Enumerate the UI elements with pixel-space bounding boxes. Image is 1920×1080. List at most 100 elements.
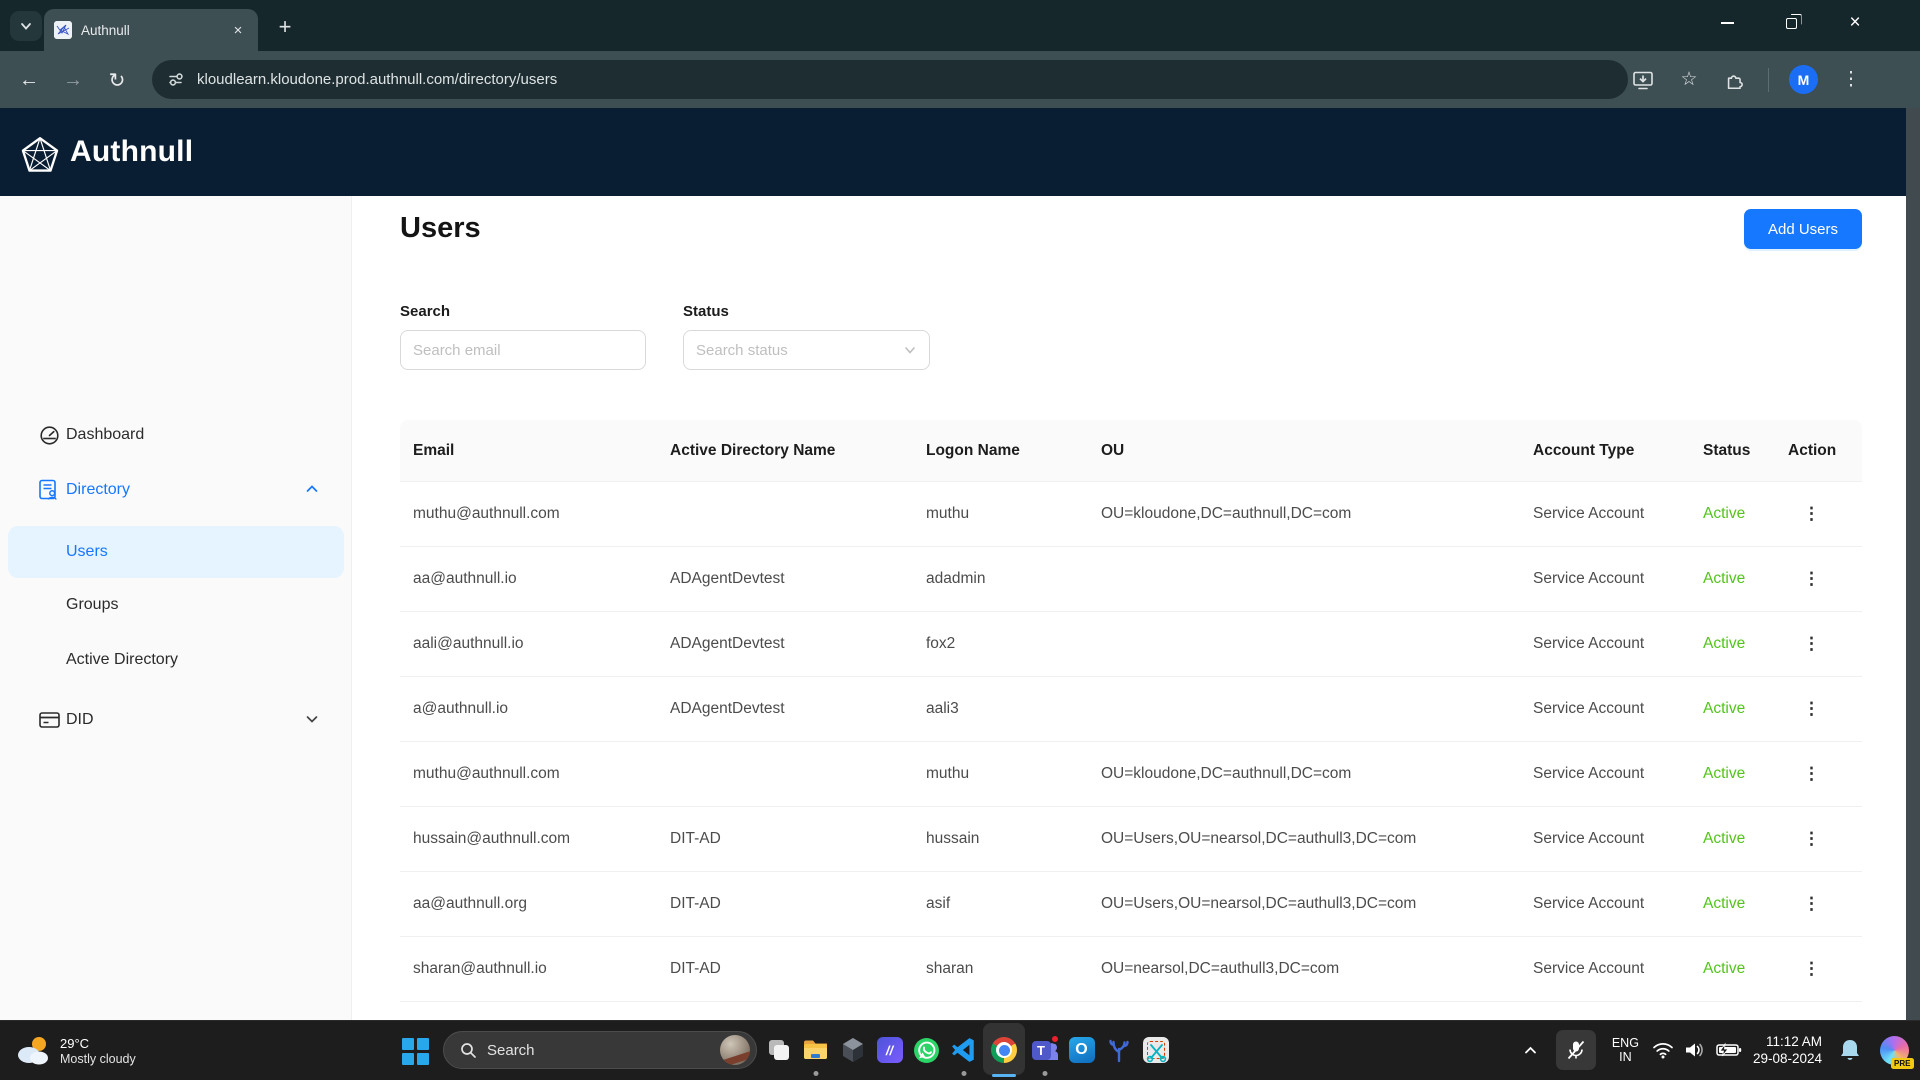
column-header-email: Email (413, 441, 455, 459)
notification-dot (1049, 1034, 1060, 1044)
search-email-input[interactable] (400, 330, 646, 370)
cell-ou: OU=kloudone,DC=authnull,DC=com (1101, 765, 1352, 782)
status-select[interactable]: Search status (683, 330, 930, 370)
sidebar-item-dashboard[interactable]: Dashboard (0, 413, 352, 457)
task-view-button[interactable] (760, 1020, 797, 1080)
status-badge: Active (1703, 505, 1746, 522)
sidebar-item-label: Dashboard (66, 426, 145, 443)
url-bar[interactable]: kloudlearn.kloudone.prod.authnull.com/di… (152, 60, 1628, 99)
row-actions-button[interactable]: ⋮ (1788, 764, 1862, 784)
sidebar-item-directory[interactable]: Directory (0, 468, 352, 512)
cell-ou: OU=Users,OU=nearsol,DC=authull3,DC=com (1101, 830, 1417, 847)
favicon-icon (54, 21, 72, 39)
file-explorer-button[interactable] (797, 1020, 834, 1080)
window-minimize-button[interactable] (1710, 6, 1744, 40)
teams-button[interactable]: T (1026, 1020, 1063, 1080)
page-scrollbar[interactable] (1906, 108, 1920, 1020)
language-indicator[interactable]: ENG IN (1612, 1036, 1639, 1064)
copilot-button[interactable]: PRE (1868, 1035, 1920, 1069)
install-app-icon[interactable] (1630, 67, 1656, 93)
gem-app-button[interactable] (834, 1020, 871, 1080)
extensions-icon[interactable] (1722, 67, 1748, 93)
row-actions-button[interactable]: ⋮ (1788, 829, 1862, 849)
cell-ou: OU=nearsol,DC=authull3,DC=com (1101, 960, 1340, 977)
cell-email: hussain@authnull.com (413, 830, 571, 847)
row-actions-button[interactable]: ⋮ (1788, 634, 1862, 654)
reload-button[interactable]: ↻ (102, 65, 132, 95)
coral-app-button[interactable] (1100, 1020, 1137, 1080)
outlook-button[interactable]: O (1063, 1020, 1100, 1080)
chevron-down-icon (21, 23, 31, 30)
bookmark-star-icon[interactable]: ☆ (1676, 67, 1702, 93)
sidebar-item-users[interactable]: Users (8, 526, 344, 578)
column-header-account-type: Account Type (1533, 441, 1635, 459)
cell-email: sharan@authnull.io (413, 960, 547, 977)
cell-logon-name: adadmin (926, 570, 986, 587)
cell-active-directory-name: ADAgentDevtest (670, 635, 785, 652)
toolbar-divider (1768, 67, 1769, 92)
tab-search-button[interactable] (10, 11, 42, 41)
tray-expand-button[interactable] (1514, 1043, 1548, 1058)
battery-button[interactable] (1711, 1042, 1747, 1058)
row-actions-button[interactable]: ⋮ (1788, 959, 1862, 979)
snipping-tool-button[interactable] (1137, 1020, 1174, 1080)
clock-time: 11:12 AM (1765, 1034, 1822, 1049)
wifi-button[interactable] (1647, 1041, 1679, 1059)
browser-tab-authnull[interactable]: Authnull × (44, 9, 258, 51)
sidebar-item-did[interactable]: DID (0, 698, 352, 742)
users-table: Email Active Directory Name Logon Name O… (400, 420, 1862, 1002)
chrome-button[interactable] (982, 1020, 1026, 1080)
column-header-action: Action (1788, 441, 1837, 459)
row-actions-button[interactable]: ⋮ (1788, 569, 1862, 589)
coral-icon (1108, 1039, 1129, 1063)
clock-widget[interactable]: 11:12 AM 29-08-2024 (1753, 1033, 1822, 1067)
table-row: aa@authnull.org DIT-AD asif OU=Users,OU=nea… (400, 872, 1862, 937)
slashes-app-button[interactable]: // (871, 1020, 908, 1080)
snipping-tool-icon (1142, 1037, 1169, 1063)
weather-icon (18, 1037, 48, 1065)
cell-logon-name: hussain (926, 830, 980, 847)
search-highlight-image[interactable] (720, 1035, 750, 1065)
taskbar-search-box[interactable]: Search (443, 1031, 757, 1069)
task-view-icon (768, 1040, 789, 1060)
cell-account-type: Service Account (1533, 505, 1645, 522)
column-header-active-directory-name: Active Directory Name (670, 441, 836, 459)
column-header-logon-name: Logon Name (926, 441, 1020, 459)
sidebar-item-active-directory[interactable]: Active Directory (0, 638, 352, 682)
cell-active-directory-name: DIT-AD (670, 960, 721, 977)
profile-avatar[interactable]: M (1789, 65, 1818, 94)
status-badge: Active (1703, 960, 1746, 977)
tab-close-icon[interactable]: × (228, 20, 248, 40)
start-button[interactable] (402, 1038, 429, 1065)
cell-logon-name: asif (926, 895, 951, 912)
sidebar-item-groups[interactable]: Groups (0, 583, 352, 627)
table-row: aali@authnull.io ADAgentDevtest fox2 Servic… (400, 612, 1862, 677)
browser-menu-icon[interactable]: ⋮ (1838, 67, 1864, 93)
cell-email: aali@authnull.io (413, 635, 524, 652)
authnull-logo-icon (21, 137, 59, 172)
window-close-button[interactable]: × (1838, 6, 1872, 40)
vscode-button[interactable] (945, 1020, 982, 1080)
row-actions-button[interactable]: ⋮ (1788, 894, 1862, 914)
back-button[interactable]: ← (14, 65, 44, 95)
new-tab-button[interactable]: + (272, 14, 298, 40)
add-users-button[interactable]: Add Users (1744, 209, 1862, 249)
vscode-icon (951, 1038, 974, 1062)
microphone-muted-button[interactable] (1555, 1030, 1596, 1070)
dashboard-icon (38, 424, 60, 446)
window-restore-button[interactable] (1774, 6, 1808, 40)
close-icon: × (1849, 12, 1861, 33)
weather-description: Mostly cloudy (60, 1052, 136, 1066)
row-actions-button[interactable]: ⋮ (1788, 699, 1862, 719)
start-icon (402, 1038, 414, 1050)
whatsapp-button[interactable] (908, 1020, 945, 1080)
notifications-button[interactable] (1832, 1038, 1868, 1062)
language-line2: IN (1619, 1050, 1632, 1064)
forward-button[interactable]: → (58, 65, 88, 95)
volume-button[interactable] (1679, 1041, 1711, 1059)
row-actions-button[interactable]: ⋮ (1788, 504, 1862, 524)
microphone-muted-icon (1567, 1040, 1585, 1060)
taskbar-weather-widget[interactable]: 29°C Mostly cloudy (14, 1021, 136, 1080)
wifi-icon (1653, 1043, 1673, 1059)
site-info-icon[interactable] (168, 71, 185, 88)
